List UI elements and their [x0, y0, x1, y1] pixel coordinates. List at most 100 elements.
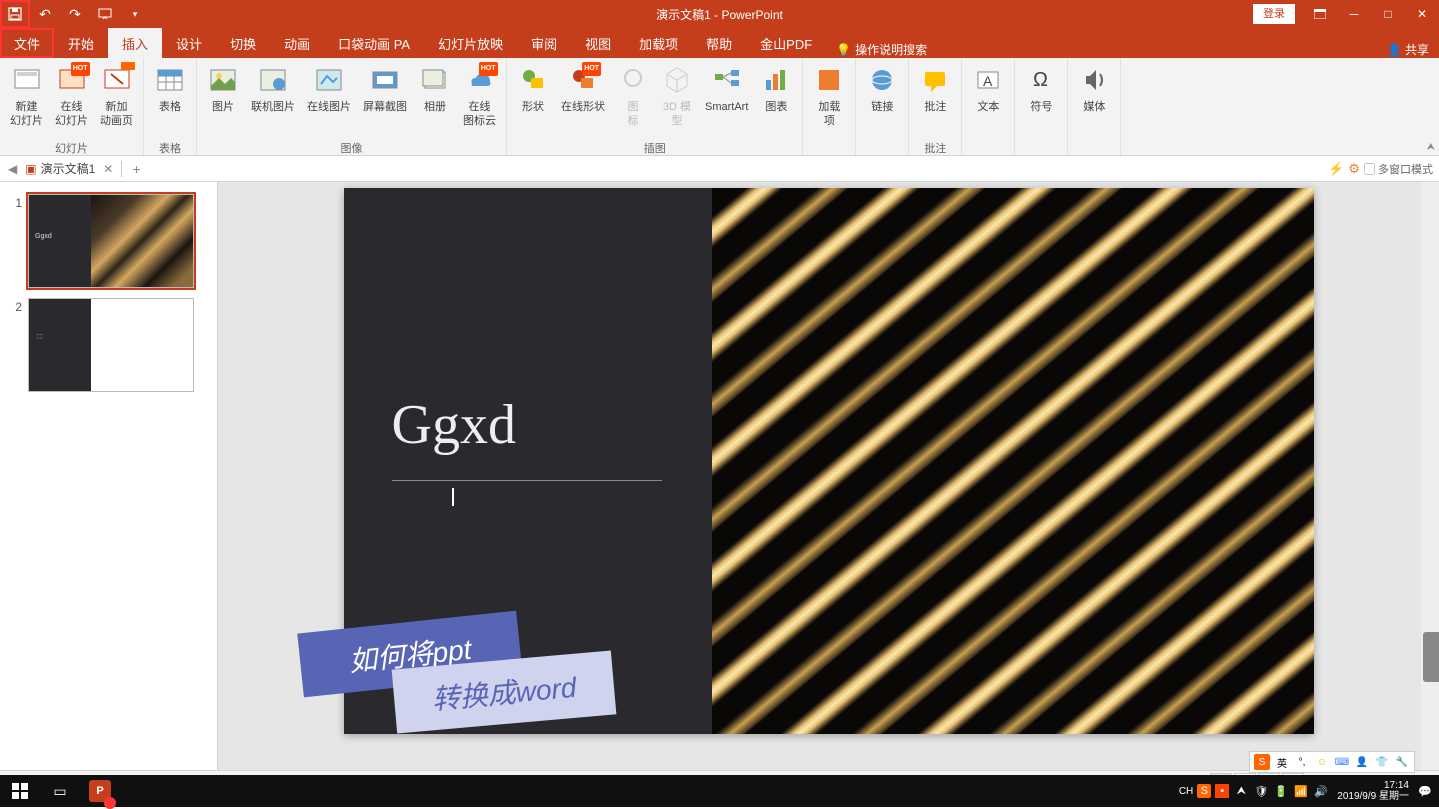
ime-tool-icon[interactable]: 🔧: [1394, 754, 1410, 770]
ribbon-group-links: 链接: [856, 58, 909, 155]
document-tab[interactable]: ▣ 演示文稿1: [21, 158, 99, 179]
clock-time: 17:14: [1337, 780, 1409, 791]
ribbon-group-text: A文本: [962, 58, 1015, 155]
tray-battery-icon[interactable]: 🔋: [1273, 783, 1289, 799]
thumbnail-slide-2[interactable]: ⬚: [28, 298, 194, 392]
ime-keyboard-icon[interactable]: ⌨: [1334, 754, 1350, 770]
screenshot-button[interactable]: 屏幕截图: [357, 60, 413, 140]
system-tray: CH S ▪ ⮝ 🛡 🔋 📶 🔊 17:14 2019/9/9 星期一 💬: [1179, 780, 1439, 802]
ime-language-indicator[interactable]: CH: [1179, 786, 1193, 797]
3d-model-button[interactable]: 3D 模 型: [655, 60, 699, 140]
online-slide-button[interactable]: HOT在线 幻灯片: [49, 60, 94, 140]
ime-toolbar[interactable]: S 英 °, ☺ ⌨ 👤 👕 🔧: [1249, 751, 1415, 773]
tab-addins[interactable]: 加载项: [625, 28, 692, 58]
icons-button[interactable]: 图 标: [611, 60, 655, 140]
save-button[interactable]: [0, 0, 30, 28]
ime-lang-button[interactable]: 英: [1274, 754, 1290, 770]
close-tab-button[interactable]: ✕: [99, 162, 117, 176]
tell-me-search[interactable]: 💡 操作说明搜索: [836, 41, 927, 58]
notifications-button[interactable]: 💬: [1417, 783, 1433, 799]
group-label-tables: 表格: [159, 140, 181, 158]
picture-icon: [207, 64, 239, 96]
tray-sogou-icon[interactable]: S: [1197, 784, 1211, 798]
chart-button[interactable]: 图表: [754, 60, 798, 140]
ime-punct-icon[interactable]: °,: [1294, 754, 1310, 770]
symbol-button[interactable]: Ω符号: [1019, 60, 1063, 140]
media-button[interactable]: 媒体: [1072, 60, 1116, 140]
redo-button[interactable]: ↷: [60, 0, 90, 28]
tab-insert[interactable]: 插入: [108, 28, 162, 58]
thumbnail-slide-1[interactable]: Ggxd: [28, 194, 194, 288]
online-picture-button[interactable]: 联机图片: [245, 60, 301, 140]
picture-button[interactable]: 图片: [201, 60, 245, 140]
thumbnail-row-2: 2 ⬚: [0, 296, 217, 400]
online-shapes-button[interactable]: HOT在线形状: [555, 60, 611, 140]
text-cursor: [452, 488, 454, 506]
ime-skin-icon[interactable]: 👕: [1374, 754, 1390, 770]
ribbon-display-button[interactable]: [1303, 0, 1337, 28]
tab-animation[interactable]: 动画: [270, 28, 324, 58]
shapes-icon: [517, 64, 549, 96]
smartart-button[interactable]: SmartArt: [699, 60, 754, 140]
slide-underline: [392, 480, 662, 481]
tab-settings-icon[interactable]: ⚙: [1348, 161, 1360, 177]
taskbar-clock[interactable]: 17:14 2019/9/9 星期一: [1333, 780, 1413, 802]
ribbon-group-slides: 新建 幻灯片 HOT在线 幻灯片 新加 动画页 幻灯片: [0, 58, 144, 155]
new-slide-button[interactable]: 新建 幻灯片: [4, 60, 49, 140]
undo-button[interactable]: ↶: [30, 0, 60, 28]
shapes-button[interactable]: 形状: [511, 60, 555, 140]
clock-date: 2019/9/9 星期一: [1337, 791, 1409, 802]
ime-emoji-icon[interactable]: ☺: [1314, 754, 1330, 770]
ime-person-icon[interactable]: 👤: [1354, 754, 1370, 770]
comment-button[interactable]: 批注: [913, 60, 957, 140]
addins-button[interactable]: 加载 项: [807, 60, 851, 140]
start-slideshow-button[interactable]: [90, 0, 120, 28]
multi-window-button[interactable]: ▢ 多窗口模式: [1364, 161, 1433, 177]
tab-file[interactable]: 文件: [0, 28, 54, 58]
table-icon: [154, 64, 186, 96]
minimize-button[interactable]: ─: [1337, 0, 1371, 28]
slideshow-icon: [98, 7, 112, 21]
slide-title-text[interactable]: Ggxd: [392, 393, 516, 457]
tray-volume-icon[interactable]: 🔊: [1313, 783, 1329, 799]
tab-transition[interactable]: 切换: [216, 28, 270, 58]
titlebar: ↶ ↷ ▾ 演示文稿1 - PowerPoint 登录 ─ □ ✕: [0, 0, 1439, 28]
qat-more-button[interactable]: ▾: [120, 0, 150, 28]
tray-app-icon[interactable]: ▪: [1215, 784, 1229, 798]
tab-kingsoft-pdf[interactable]: 金山PDF: [746, 28, 826, 58]
link-button[interactable]: 链接: [860, 60, 904, 140]
tab-action-icon[interactable]: ⚡: [1328, 161, 1344, 177]
tray-up-arrow-icon[interactable]: ⮝: [1233, 783, 1249, 799]
group-label-illustrations: 插图: [644, 140, 666, 158]
thumbnail-number: 1: [10, 194, 22, 288]
tray-network-icon[interactable]: 📶: [1293, 783, 1309, 799]
new-anim-page-button[interactable]: 新加 动画页: [94, 60, 139, 140]
online-image-button[interactable]: 在线图片: [301, 60, 357, 140]
login-button[interactable]: 登录: [1253, 4, 1295, 24]
tab-pocket-anim[interactable]: 口袋动画 PA: [324, 28, 424, 58]
collapse-ribbon-button[interactable]: ⮝: [1427, 142, 1436, 153]
tab-design[interactable]: 设计: [162, 28, 216, 58]
tab-help[interactable]: 帮助: [692, 28, 746, 58]
task-view-button[interactable]: ▭: [40, 775, 80, 807]
table-button[interactable]: 表格: [148, 60, 192, 140]
add-tab-button[interactable]: +: [126, 161, 146, 177]
tab-home[interactable]: 开始: [54, 28, 108, 58]
textbox-button[interactable]: A文本: [966, 60, 1010, 140]
tab-slideshow[interactable]: 幻灯片放映: [424, 28, 517, 58]
work-area: 1 Ggxd 2 ⬚ Ggxd 如何将ppt 转换成word: [0, 182, 1439, 770]
tab-review[interactable]: 审阅: [517, 28, 571, 58]
tray-security-icon[interactable]: 🛡: [1253, 783, 1269, 799]
close-button[interactable]: ✕: [1405, 0, 1439, 28]
maximize-button[interactable]: □: [1371, 0, 1405, 28]
share-button[interactable]: 👤 共享: [1387, 41, 1429, 58]
icon-cloud-button[interactable]: HOT在线 图标云: [457, 60, 502, 140]
side-panel-tab[interactable]: [1423, 632, 1439, 682]
tab-view[interactable]: 视图: [571, 28, 625, 58]
start-button[interactable]: [0, 775, 40, 807]
group-label-comments: 批注: [924, 140, 946, 158]
taskbar-powerpoint[interactable]: P: [80, 775, 120, 807]
album-button[interactable]: 相册: [413, 60, 457, 140]
prev-tab-button[interactable]: ◀: [4, 162, 21, 176]
ime-sogou-icon[interactable]: S: [1254, 754, 1270, 770]
